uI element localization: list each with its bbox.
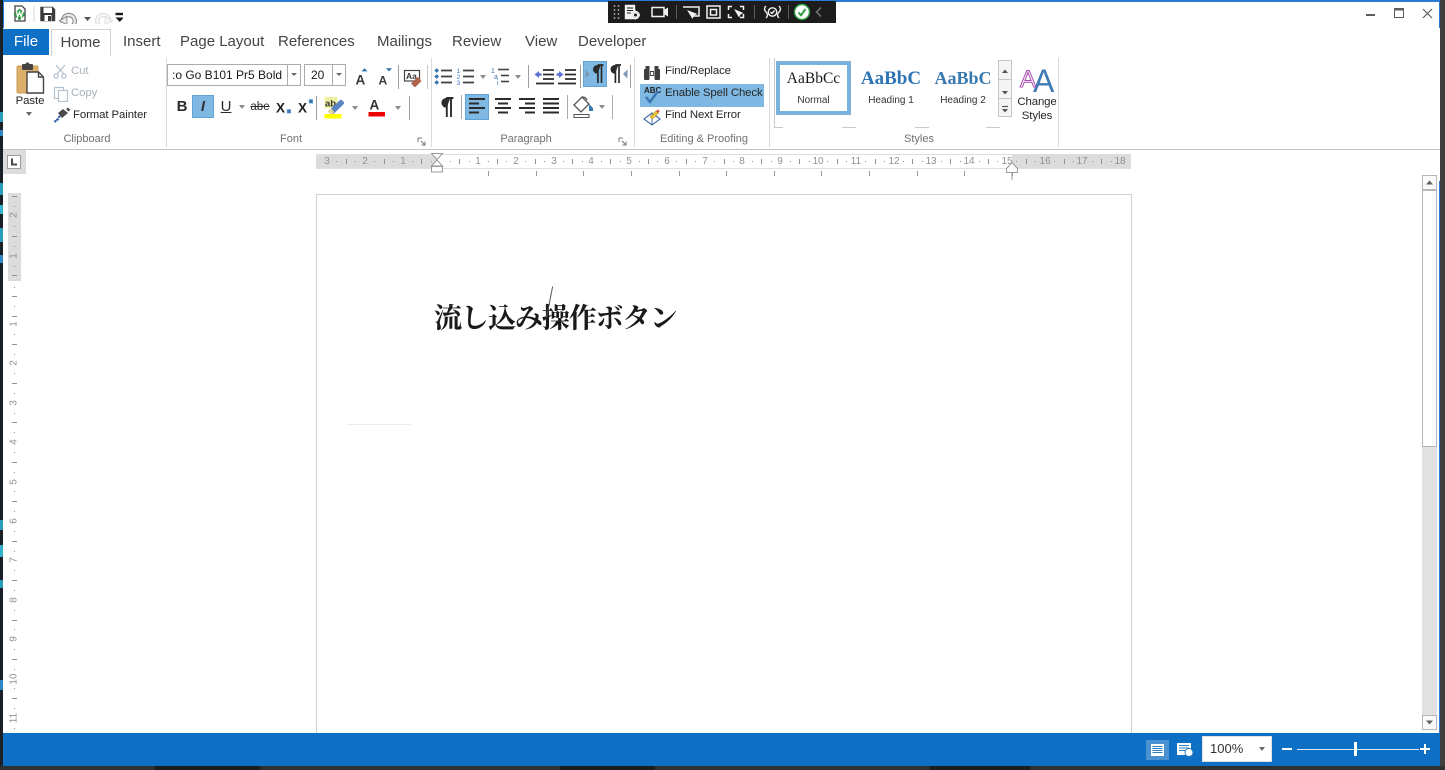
svg-text:A: A (1033, 63, 1055, 94)
svg-text:i: i (497, 80, 499, 86)
svg-text:A: A (356, 73, 366, 88)
svg-text:X: X (276, 101, 285, 116)
svg-text:ABC: ABC (644, 86, 662, 95)
svg-text:A: A (379, 74, 388, 88)
svg-text:A: A (370, 98, 380, 113)
svg-text:3: 3 (457, 80, 461, 87)
svg-text:A: A (1020, 66, 1036, 93)
svg-text:X: X (298, 101, 307, 116)
